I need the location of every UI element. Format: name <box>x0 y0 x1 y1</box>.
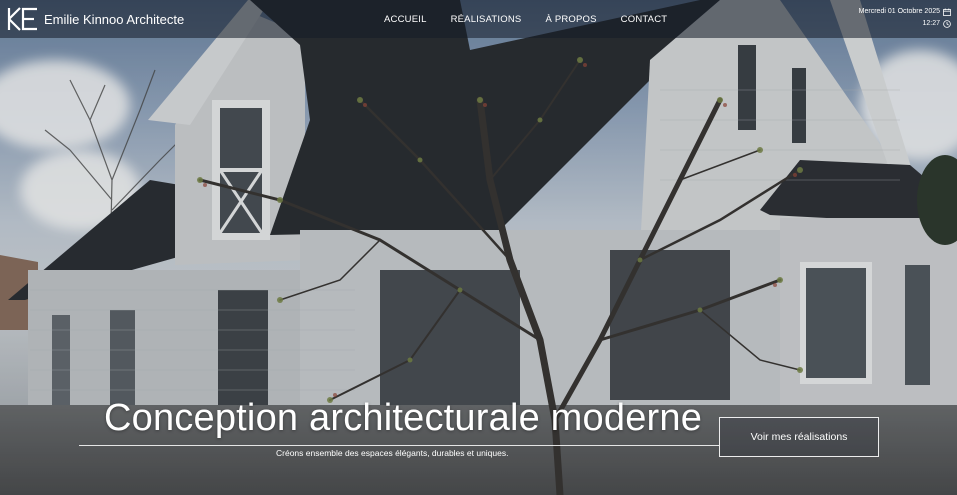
date-row: Mercredi 01 Octobre 2025 <box>859 6 951 18</box>
hero-divider <box>79 445 719 446</box>
nav-item-contact[interactable]: CONTACT <box>621 14 668 25</box>
current-time: 12:27 <box>922 20 940 27</box>
brand[interactable]: Emilie Kinnoo Architecte <box>0 0 184 38</box>
main-nav: ACCUEIL RÉALISATIONS À PROPOS CONTACT <box>384 0 691 38</box>
nav-item-accueil[interactable]: ACCUEIL <box>384 14 427 25</box>
datetime-widget: Mercredi 01 Octobre 2025 12:27 <box>859 6 951 30</box>
brand-name[interactable]: Emilie Kinnoo Architecte <box>44 12 184 27</box>
top-navigation-bar: Emilie Kinnoo Architecte ACCUEIL RÉALISA… <box>0 0 957 38</box>
hero-title: Conception architecturale moderne <box>104 397 703 439</box>
hero-subtitle: Créons ensemble des espaces élégants, du… <box>276 448 509 458</box>
calendar-icon <box>943 8 951 16</box>
nav-item-realisations[interactable]: RÉALISATIONS <box>451 14 522 25</box>
view-projects-button[interactable]: Voir mes réalisations <box>719 417 879 457</box>
logo[interactable] <box>6 6 40 32</box>
nav-item-a-propos[interactable]: À PROPOS <box>545 14 596 25</box>
current-date: Mercredi 01 Octobre 2025 <box>858 8 940 15</box>
clock-icon <box>943 20 951 28</box>
time-row: 12:27 <box>859 18 951 30</box>
